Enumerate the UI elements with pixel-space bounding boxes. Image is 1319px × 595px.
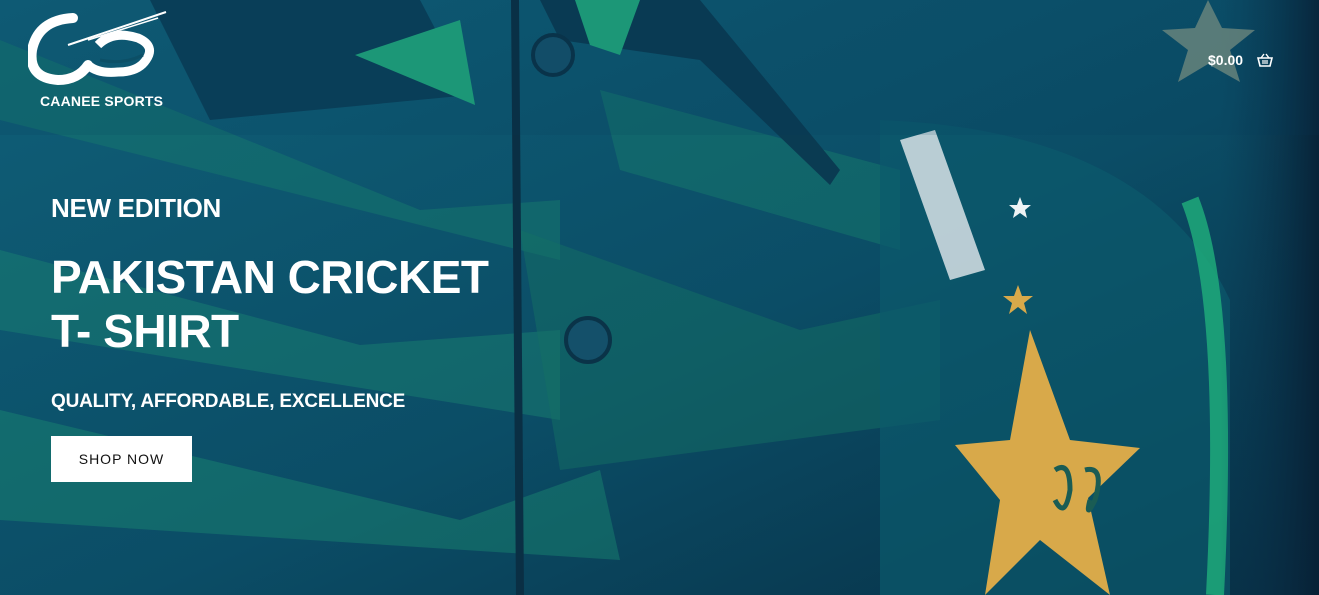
cart-link[interactable]: $0.00	[1208, 52, 1274, 68]
site-header	[0, 0, 1319, 135]
hero-banner: CAANEE SPORTS $0.00 NEW EDITION PAKISTAN…	[0, 0, 1319, 595]
brand-name: CAANEE SPORTS	[40, 93, 164, 109]
hero-headline-line2: T- SHIRT	[51, 305, 239, 357]
cart-total: $0.00	[1208, 52, 1244, 68]
hero-headline: PAKISTAN CRICKET T- SHIRT	[51, 250, 489, 358]
hero-tagline: QUALITY, AFFORDABLE, EXCELLENCE	[51, 391, 406, 412]
hero-eyebrow: NEW EDITION	[51, 193, 222, 223]
shop-now-button[interactable]: SHOP NOW	[51, 436, 192, 482]
basket-icon	[1257, 53, 1274, 67]
hero-headline-line1: PAKISTAN CRICKET	[51, 251, 489, 303]
